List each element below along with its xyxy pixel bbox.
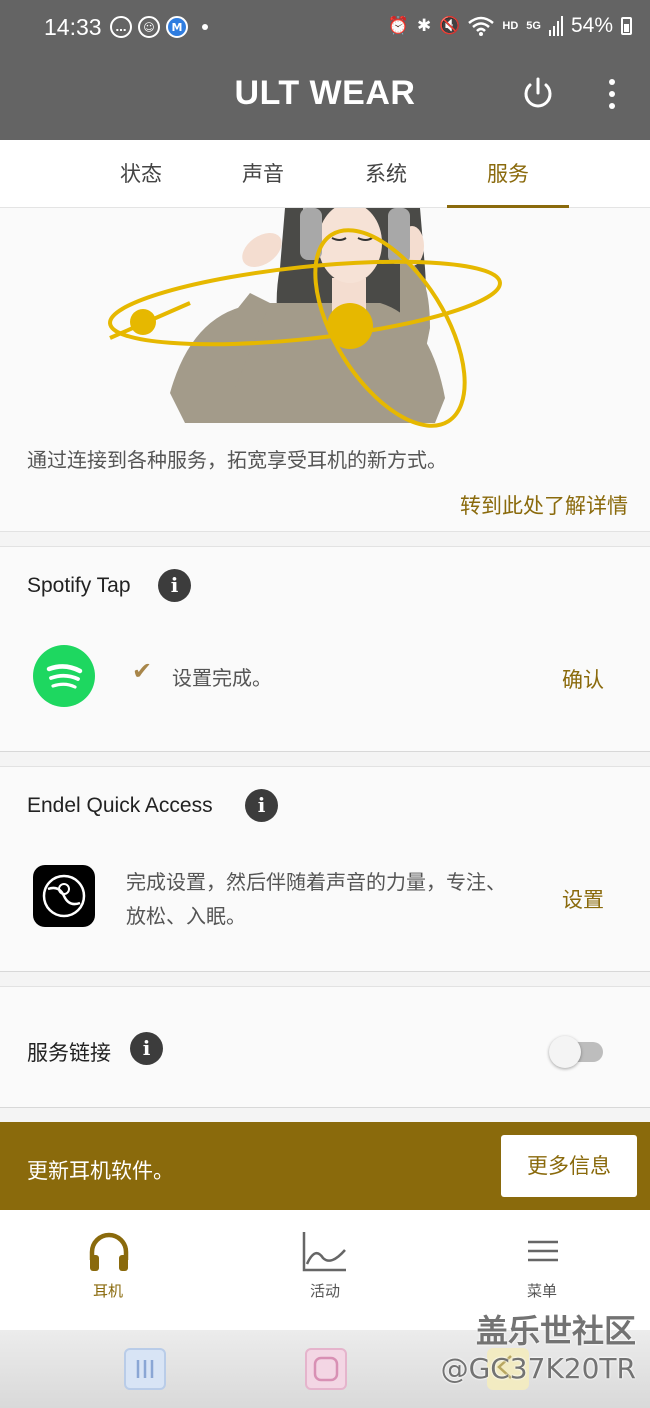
tab-services[interactable]: 服务 [447,140,569,208]
service-link-info-icon[interactable]: i [130,1032,163,1065]
m-app-icon: M [166,16,188,38]
nav-headphones-label: 耳机 [92,1282,123,1300]
services-description: 通过连接到各种服务，拓宽享受耳机的新方式。 [27,448,447,472]
tab-status[interactable]: 状态 [80,140,202,208]
nav-headphones[interactable]: 耳机 [0,1210,216,1330]
spotify-info-icon[interactable]: i [158,569,191,602]
service-link-toggle[interactable] [549,1035,605,1068]
service-link-title: 服务链接 [27,1042,111,1065]
endel-symbol-icon [42,874,86,918]
endel-logo [33,865,95,927]
spotify-waves-icon [46,664,83,689]
mute-icon: 🔇 [439,16,461,35]
menu-icon [528,1240,558,1262]
home-icon [313,1356,339,1382]
wifi-icon [468,16,495,36]
recent-apps-icon [136,1360,154,1378]
services-intro-card: 通过连接到各种服务，拓宽享受耳机的新方式。 转到此处了解详情 [0,208,650,532]
nav-activity[interactable]: 活动 [217,1210,433,1330]
watermark-user: @GC37K20TR [440,1352,636,1385]
headphones-woman-illustration [108,208,502,428]
chart-icon [302,1232,346,1272]
power-button[interactable] [518,74,558,114]
battery-icon [621,17,632,35]
bluetooth-icon: ✱ [416,16,432,35]
more-info-button[interactable]: 更多信息 [501,1135,637,1197]
more-notifications-dot [202,24,208,30]
learn-more-link[interactable]: 转到此处了解详情 [460,490,628,520]
status-bar: 14:33 … ☺ M ⏰ ✱ 🔇 HD 5G 54% [0,0,650,56]
endel-quick-access-card: Endel Quick Access i 完成设置，然后伴随着声音的力量，专注、… [0,766,650,972]
spotify-status: 设置完成。 [172,666,272,690]
spotify-tap-card: Spotify Tap i ✔ 设置完成。 确认 [0,546,650,752]
firmware-update-banner: 更新耳机软件。 更多信息 [0,1122,650,1210]
endel-setup-button[interactable]: 设置 [562,884,604,914]
tab-bar: 状态 声音 系统 服务 [0,140,650,208]
update-banner-text: 更新耳机软件。 [27,1159,174,1183]
more-options-button[interactable] [600,74,624,114]
more-vert-icon [609,79,615,85]
endel-title: Endel Quick Access [27,794,213,817]
spotify-logo [33,645,95,707]
network-label: 5G [526,20,541,32]
headphones-icon [89,1232,129,1271]
recent-apps-button[interactable] [124,1348,166,1390]
tab-system[interactable]: 系统 [325,140,447,208]
status-time: 14:33 [44,14,102,40]
hd-label: HD [502,20,519,32]
service-link-card: 服务链接 i [0,986,650,1108]
nav-activity-label: 活动 [309,1282,340,1300]
signal-icon [548,16,563,36]
tab-sound[interactable]: 声音 [202,140,324,208]
home-button[interactable] [305,1348,347,1390]
alarm-icon: ⏰ [387,16,409,35]
chat-icon: … [110,16,132,38]
nav-menu-label: 菜单 [526,1282,557,1300]
endel-description: 完成设置，然后伴随着声音的力量，专注、放松、入眠。 [126,870,506,928]
power-icon [524,77,552,108]
smiley-icon: ☺ [138,16,160,38]
battery-percent: 54% [570,14,613,37]
app-bar: ULT WEAR [0,56,650,140]
notification-icons: … ☺ M [110,16,208,38]
check-icon: ✔ [132,657,153,685]
toggle-thumb [549,1036,581,1068]
watermark-community: 盖乐世社区 [475,1312,636,1350]
spotify-tap-title: Spotify Tap [27,574,131,597]
system-status-icons: ⏰ ✱ 🔇 HD 5G 54% [388,14,632,38]
spotify-confirm-button[interactable]: 确认 [562,664,604,694]
endel-info-icon[interactable]: i [245,789,278,822]
